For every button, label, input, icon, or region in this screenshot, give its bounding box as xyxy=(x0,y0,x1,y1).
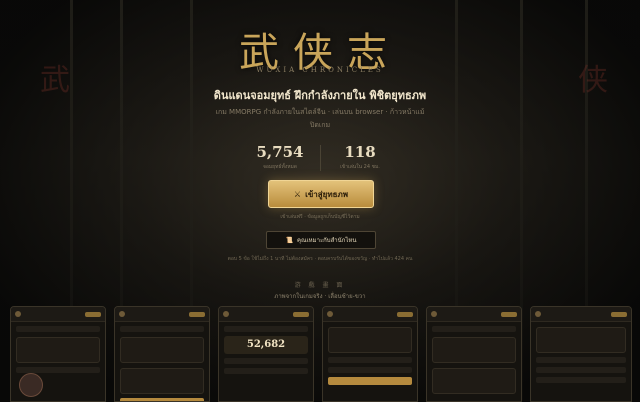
game-screenshot[interactable]: 52,682 xyxy=(218,306,314,402)
enter-game-button[interactable]: ⚔ เข้าสู่ยุทธภพ xyxy=(268,180,374,208)
character-avatar xyxy=(19,373,43,397)
gallery-section-title: 游 戲 畫 面 xyxy=(294,282,346,289)
game-screenshot[interactable] xyxy=(530,306,632,402)
stat-value: 118 xyxy=(344,143,376,161)
game-screenshot[interactable] xyxy=(114,306,210,402)
sect-quiz-label: คุณเหมาะกับสำนักไหน xyxy=(297,237,357,244)
game-title-english: WUXIA CHRONICLES xyxy=(256,66,384,74)
stat-value: 5,754 xyxy=(256,143,304,161)
featured-stat-value: 52,682 xyxy=(224,336,308,354)
gallery-section-subtitle: ภาพจากในเกมจริง · เลื่อนซ้าย-ขวา xyxy=(274,293,366,300)
stat-label: เข้าเล่นใน 24 ชม. xyxy=(340,164,380,170)
stat-active-24h: 118 เข้าเล่นใน 24 ชม. xyxy=(320,143,400,171)
scroll-icon: 📜 xyxy=(285,236,294,244)
hero-subline: เกม MMORPG กำลังภายในสไตล์จีน · เล่นบน b… xyxy=(215,108,425,129)
sect-quiz-note: ตอบ 5 ข้อ ใช้ไม่ถึง 1 นาที ไม่ต้องสมัคร … xyxy=(227,256,413,262)
game-screenshot[interactable] xyxy=(322,306,418,402)
game-screenshot[interactable] xyxy=(426,306,522,402)
player-stats: 5,754 จอมยุทธ์ทั้งหมด 118 เข้าเล่นใน 24 … xyxy=(240,143,400,173)
hero-headline: ดินแดนจอมยุทธ์ ฝึกกำลังภายใน พิชิตยุทธภพ xyxy=(213,89,427,102)
stat-label: จอมยุทธ์ทั้งหมด xyxy=(262,164,298,170)
screenshot-carousel[interactable]: 52,682 xyxy=(10,306,632,402)
game-screenshot[interactable] xyxy=(10,306,106,402)
enter-game-label: เข้าสู่ยุทธภพ xyxy=(305,189,349,199)
crossed-swords-icon: ⚔ xyxy=(293,189,302,199)
enter-game-note: เข้าเล่นฟรี · ข้อมูลถูกเก็บบัญชีไว้ตาม xyxy=(280,214,360,220)
stat-total-players: 5,754 จอมยุทธ์ทั้งหมด xyxy=(240,143,320,171)
sect-quiz-button[interactable]: 📜 คุณเหมาะกับสำนักไหน xyxy=(266,231,376,249)
